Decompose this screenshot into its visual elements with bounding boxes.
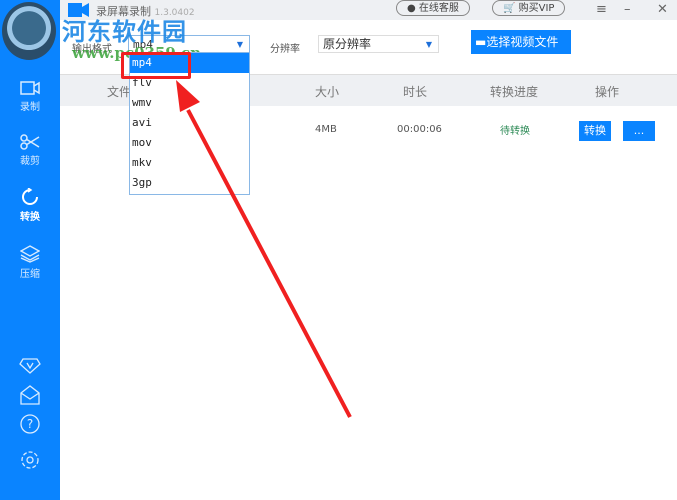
red-arrow-annotation [176,80,352,418]
